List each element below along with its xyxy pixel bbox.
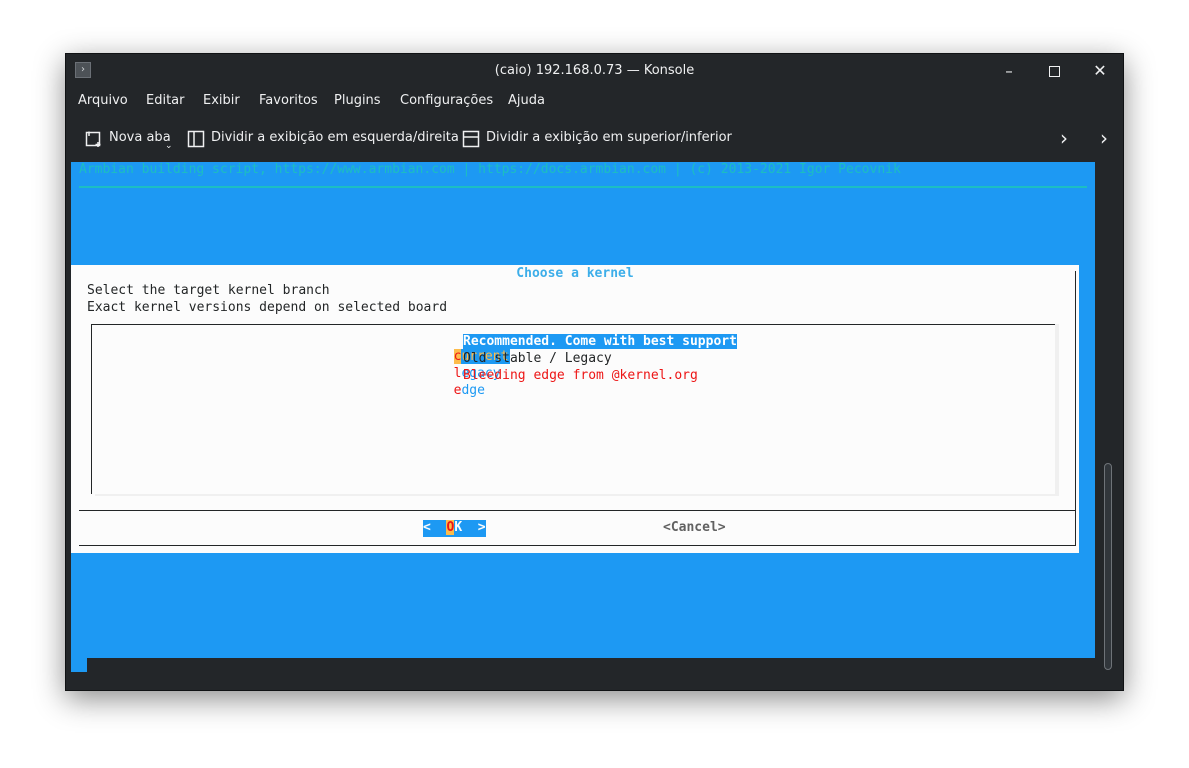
kernel-dialog: Choose a kernel Select the target kernel…: [71, 265, 1079, 553]
menu-bar: Arquivo Editar Exibir Favoritos Plugins …: [66, 88, 1123, 114]
new-tab-label: Nova aba: [109, 130, 171, 145]
menu-exibir[interactable]: Exibir: [203, 93, 240, 108]
window-title: (caio) 192.168.0.73 — Konsole: [494, 63, 695, 78]
split-horizontal-icon: [462, 130, 480, 148]
option-description: Bleeding edge from @kernel.org: [463, 368, 698, 383]
dialog-bottom-border: [79, 545, 1075, 546]
terminal-view[interactable]: Armbian building script, https://www.arm…: [71, 162, 1095, 672]
konsole-window: › (caio) 192.168.0.73 — Konsole – ✕ Arqu…: [65, 53, 1124, 691]
menu-plugins[interactable]: Plugins: [334, 93, 381, 108]
scrollbar-thumb[interactable]: [1104, 463, 1112, 670]
title-bar[interactable]: › (caio) 192.168.0.73 — Konsole – ✕: [66, 54, 1123, 88]
split-vertical-icon: [187, 130, 205, 148]
menu-arquivo[interactable]: Arquivo: [78, 93, 128, 108]
chevron-right-icon[interactable]: ›: [1100, 128, 1108, 148]
cancel-button[interactable]: <Cancel>: [663, 520, 726, 535]
split-left-right-button[interactable]: Dividir a exibição em esquerda/direita: [187, 126, 459, 150]
dialog-border: [1075, 511, 1076, 546]
option-description: Recommended. Come with best support: [463, 334, 737, 349]
option-legacy[interactable]: legacy Old stable / Legacy: [391, 351, 612, 381]
options-list: [91, 324, 1056, 494]
menu-ajuda[interactable]: Ajuda: [508, 93, 545, 108]
list-frame-shadow: [1055, 324, 1059, 496]
menu-editar[interactable]: Editar: [146, 93, 185, 108]
option-key-rest: dge: [461, 383, 485, 398]
option-current[interactable]: current Recommended. Come with best suppo…: [391, 334, 737, 364]
dialog-text-line2: Exact kernel versions depend on selected…: [87, 300, 448, 315]
menu-configuracoes[interactable]: Configurações: [400, 93, 493, 108]
option-description: Old stable / Legacy: [463, 351, 612, 366]
banner-underline: [79, 186, 1087, 188]
chevron-right-icon[interactable]: ›: [1060, 128, 1068, 148]
dialog-text-line1: Select the target kernel branch: [87, 283, 330, 298]
ok-button[interactable]: < OK >: [423, 520, 486, 537]
new-tab-icon: [85, 131, 101, 147]
new-tab-button[interactable]: Nova aba ⌄: [85, 126, 175, 151]
split-top-bottom-label: Dividir a exibição em superior/inferior: [486, 130, 732, 145]
minimize-icon[interactable]: –: [996, 59, 1022, 83]
close-icon[interactable]: ✕: [1087, 59, 1113, 83]
ok-right: K >: [454, 520, 486, 535]
terminal-scrollbar[interactable]: [1097, 162, 1119, 672]
menu-favoritos[interactable]: Favoritos: [259, 93, 318, 108]
option-edge[interactable]: edge Bleeding edge from @kernel.org: [391, 368, 698, 398]
dialog-border: [1075, 271, 1076, 511]
split-left-right-label: Dividir a exibição em esquerda/direita: [211, 130, 459, 145]
ok-left: <: [423, 520, 447, 535]
dialog-separator: [79, 510, 1075, 511]
maximize-icon[interactable]: [1041, 59, 1067, 83]
dialog-title: Choose a kernel: [508, 266, 642, 281]
chevron-down-icon[interactable]: ⌄: [165, 134, 173, 158]
armbian-banner: Armbian building script, https://www.arm…: [79, 162, 901, 177]
split-top-bottom-button[interactable]: Dividir a exibição em superior/inferior: [462, 126, 732, 150]
list-frame-shadow: [95, 494, 1059, 496]
toolbar: Nova aba ⌄ Dividir a exibição em esquerd…: [66, 120, 1123, 156]
dialog-shadow: [87, 658, 1095, 672]
